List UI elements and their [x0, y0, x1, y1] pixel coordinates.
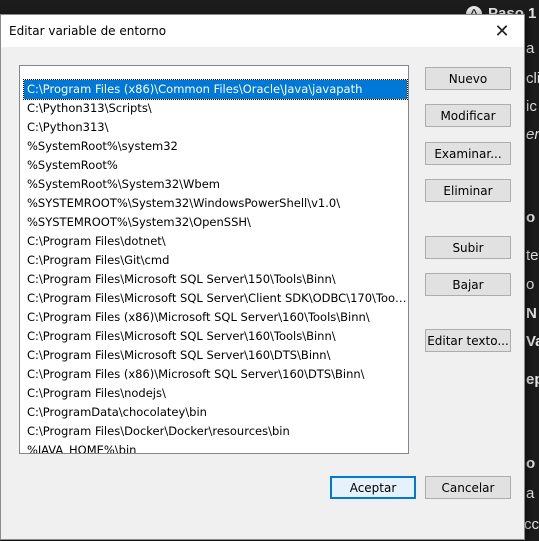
- dialog-title: Editar variable de entorno: [9, 24, 167, 38]
- path-list-item[interactable]: C:\Program Files\Microsoft SQL Server\15…: [24, 270, 407, 289]
- edit-text-button[interactable]: Editar texto...: [425, 329, 511, 352]
- bg-text: o e: [526, 276, 539, 293]
- path-list-item[interactable]: %SYSTEMROOT%\System32\WindowsPowerShell\…: [24, 194, 407, 213]
- path-list-item[interactable]: C:\Program Files\dotnet\: [24, 232, 407, 251]
- title-bar[interactable]: Editar variable de entorno ✕: [1, 15, 524, 47]
- edit-button[interactable]: Modificar: [425, 104, 511, 127]
- bg-text: ic: [526, 98, 537, 115]
- new-button[interactable]: Nuevo: [425, 67, 511, 90]
- cancel-button[interactable]: Cancelar: [425, 476, 511, 499]
- delete-button[interactable]: Eliminar: [425, 179, 511, 202]
- path-list-item[interactable]: C:\Program Files\Microsoft SQL Server\16…: [24, 327, 407, 346]
- path-list-item[interactable]: C:\Program Files\nodejs\: [24, 384, 407, 403]
- path-list-item[interactable]: %SystemRoot%: [24, 156, 407, 175]
- move-up-button[interactable]: Subir: [425, 236, 511, 259]
- path-list-item[interactable]: C:\Program Files (x86)\Microsoft SQL Ser…: [24, 365, 407, 384]
- path-list-item[interactable]: C:\Program Files\Microsoft SQL Server\16…: [24, 346, 407, 365]
- move-down-button[interactable]: Bajar: [425, 273, 511, 296]
- browse-button[interactable]: Examinar...: [425, 142, 511, 165]
- bg-text: erm: [526, 126, 539, 143]
- path-list-item[interactable]: C:\Program Files\Microsoft SQL Server\Cl…: [24, 289, 407, 308]
- path-list-item[interactable]: %SystemRoot%\system32: [24, 137, 407, 156]
- bg-text: N: [526, 305, 537, 322]
- path-list-item[interactable]: C:\Python313\Scripts\: [24, 99, 407, 118]
- path-list-item[interactable]: %SYSTEMROOT%\System32\OpenSSH\: [24, 213, 407, 232]
- path-list-item[interactable]: C:\Program Files (x86)\Microsoft SQL Ser…: [24, 308, 407, 327]
- edit-env-variable-dialog: Editar variable de entorno ✕ C:\Program …: [0, 14, 525, 540]
- bg-text: a n: [526, 485, 539, 502]
- path-list-item[interactable]: %SystemRoot%\System32\Wbem: [24, 175, 407, 194]
- bg-text: ep: [526, 371, 539, 388]
- close-icon[interactable]: ✕: [480, 15, 524, 47]
- path-listbox[interactable]: C:\Program Files (x86)\Common Files\Orac…: [19, 65, 409, 454]
- bg-text: Va: [526, 333, 539, 350]
- path-list-item[interactable]: C:\Program Files\Git\cmd: [24, 251, 407, 270]
- bg-text: a E: [526, 40, 539, 57]
- path-list-item[interactable]: C:\ProgramData\chocolatey\bin: [24, 403, 407, 422]
- path-list-item[interactable]: C:\Program Files\Docker\Docker\resources…: [24, 422, 407, 441]
- path-list-item[interactable]: C:\Program Files (x86)\Common Files\Orac…: [23, 79, 408, 100]
- accept-button[interactable]: Aceptar: [330, 476, 416, 499]
- path-list-item[interactable]: %JAVA_HOME%\bin: [24, 441, 407, 453]
- bg-step-2-heading: o 2: [526, 209, 539, 226]
- bg-text: te: [526, 247, 539, 264]
- path-list-item[interactable]: C:\Python313\: [24, 118, 407, 137]
- bg-step-3-heading: o 3: [526, 455, 539, 472]
- bg-text: clic: [526, 70, 539, 87]
